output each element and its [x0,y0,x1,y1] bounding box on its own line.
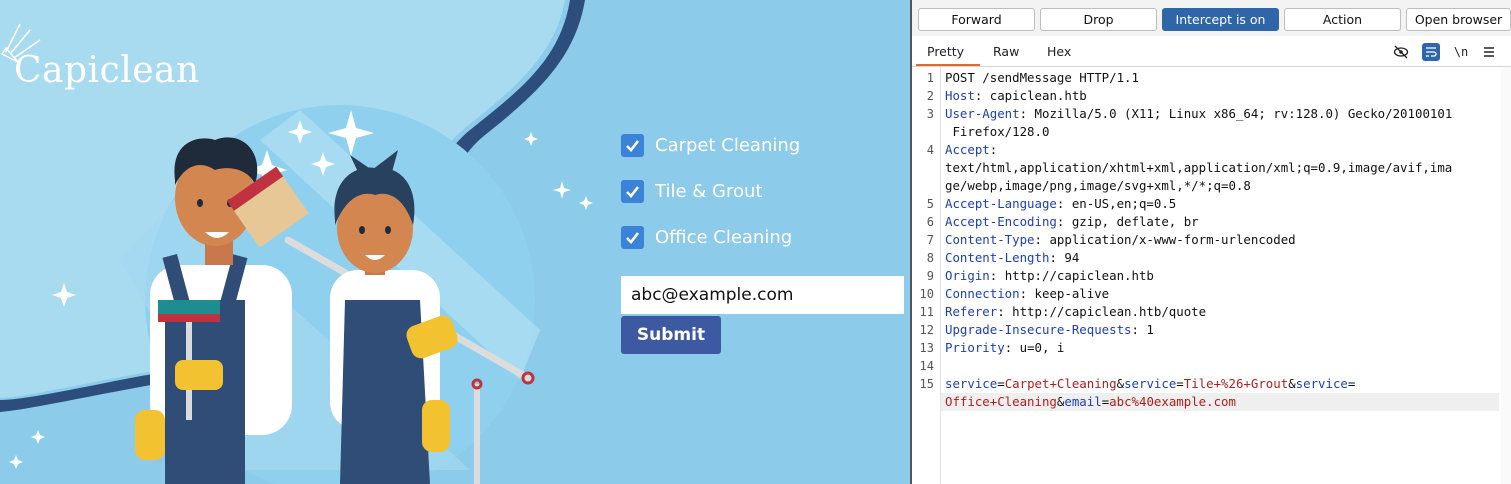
request-line: POST /sendMessage HTTP/1.1 [945,70,1139,85]
intercept-toggle-button[interactable]: Intercept is on [1162,8,1279,31]
header-line: Content-Type: application/x-www-form-url… [945,232,1296,247]
header-value: http://capiclean.htb [1004,268,1154,283]
header-line: Referer: http://capiclean.htb/quote [945,304,1207,319]
wrap-icon[interactable] [1422,43,1440,61]
header-value: 1 [1146,322,1154,337]
eye-off-icon[interactable] [1392,43,1410,61]
intercept-toolbar: Forward Drop Intercept is on Action Open… [912,0,1511,36]
open-browser-button[interactable]: Open browser [1406,8,1511,31]
service-label: Carpet Cleaning [655,135,801,156]
header-line: Priority: u=0, i [945,340,1065,355]
header-name: Referer [945,304,998,319]
action-button[interactable]: Action [1284,8,1401,31]
header-continuation: Firefox/128.0 [945,124,1050,139]
menu-icon[interactable] [1480,43,1498,61]
header-name: Content-Length [945,250,1050,265]
header-line: Origin: http://capiclean.htb [945,268,1154,283]
line-number: 14 [919,359,934,373]
header-line: Connection: keep-alive [945,286,1110,301]
header-line: Host: capiclean.htb [945,88,1087,103]
service-label: Office Cleaning [655,227,793,248]
tab-hex[interactable]: Hex [1047,44,1071,59]
header-value: 94 [1064,250,1080,265]
header-value: en-US,en;q=0.5 [1071,196,1177,211]
check-icon [626,140,640,152]
header-name: User-Agent [945,106,1020,121]
drop-button[interactable]: Drop [1040,8,1157,31]
line-number-gutter: 1 2 3 4 5 6 7 8 9 10 11 12 13 14 15 [912,67,941,484]
header-line: Content-Length: 94 [945,250,1080,265]
param-name: service [1295,376,1348,391]
line-number: 2 [926,89,934,103]
header-name: Origin [945,268,990,283]
header-value: u=0, i [1019,340,1065,355]
submit-button[interactable]: Submit [621,316,721,354]
checkbox-checked[interactable] [621,180,644,203]
param-name: service [1124,376,1177,391]
request-editor[interactable]: 1 2 3 4 5 6 7 8 9 10 11 12 13 14 15 POST… [912,67,1511,484]
service-tile-grout[interactable]: Tile & Grout [621,180,762,203]
newline-icon[interactable]: \n [1452,43,1470,61]
check-icon [626,186,640,198]
header-value: capiclean.htb [989,88,1087,103]
line-number: 8 [926,251,934,265]
param-value: abc%40example.com [1109,394,1236,409]
header-name: Upgrade-Insecure-Requests [945,322,1132,337]
line-number: 9 [926,269,934,283]
header-line: Accept-Language: en-US,en;q=0.5 [945,196,1177,211]
header-line: User-Agent: Mozilla/5.0 (X11; Linux x86_… [945,106,1453,121]
site-logo[interactable]: Capiclean [14,50,200,91]
header-name: Connection [945,286,1020,301]
param-value: Carpet+Cleaning [1004,376,1117,391]
header-name: Accept-Language [945,196,1057,211]
active-tab-indicator [916,64,980,66]
header-line: Accept: [945,142,998,157]
check-icon [626,232,640,244]
body-line: Office+Cleaning&email=abc%40example.com [945,394,1236,409]
header-value: Mozilla/5.0 (X11; Linux x86_64; rv:128.0… [1034,106,1453,121]
line-number: 1 [926,71,934,85]
service-office-cleaning[interactable]: Office Cleaning [621,226,792,249]
service-label: Tile & Grout [655,181,763,202]
header-line: Accept-Encoding: gzip, deflate, br [945,214,1199,229]
line-number: 7 [926,233,934,247]
param-name: email [1064,394,1102,409]
header-value: gzip, deflate, br [1071,214,1199,229]
tab-pretty[interactable]: Pretty [927,44,964,59]
line-number: 4 [926,143,934,157]
line-number: 10 [919,287,934,301]
header-value: application/x-www-form-urlencoded [1049,232,1296,247]
body-line: service=Carpet+Cleaning&service=Tile+%26… [945,376,1356,391]
header-value: http://capiclean.htb/quote [1012,304,1207,319]
header-name: Content-Type [945,232,1035,247]
burp-intercept-panel: Forward Drop Intercept is on Action Open… [910,0,1511,484]
header-continuation: text/html,application/xhtml+xml,applicat… [945,160,1453,175]
line-number: 3 [926,107,934,121]
line-number: 5 [926,197,934,211]
line-number: 15 [919,377,934,391]
header-name: Priority [945,340,1005,355]
header-line: Upgrade-Insecure-Requests: 1 [945,322,1154,337]
line-number: 13 [919,341,934,355]
header-name: Accept-Encoding [945,214,1057,229]
line-number: 12 [919,323,934,337]
line-number: 6 [926,215,934,229]
param-name: service [945,376,998,391]
tab-raw[interactable]: Raw [993,44,1019,59]
capiclean-page: Capiclean Carpet Cleaning Tile & Grout O… [0,0,910,484]
header-name: Accept [945,142,990,157]
header-value: keep-alive [1034,286,1110,301]
checkbox-checked[interactable] [621,134,644,157]
checkbox-checked[interactable] [621,226,644,249]
editor-scrollbar[interactable] [1501,67,1511,484]
line-number: 11 [919,305,934,319]
forward-button[interactable]: Forward [918,8,1035,31]
service-carpet-cleaning[interactable]: Carpet Cleaning [621,134,800,157]
header-name: Host [945,88,975,103]
param-value: Tile+%26+Grout [1183,376,1289,391]
param-value: Office+Cleaning [945,394,1057,409]
header-continuation: ge/webp,image/png,image/svg+xml,*/*;q=0.… [945,178,1251,193]
email-input[interactable]: abc@example.com [621,276,904,314]
